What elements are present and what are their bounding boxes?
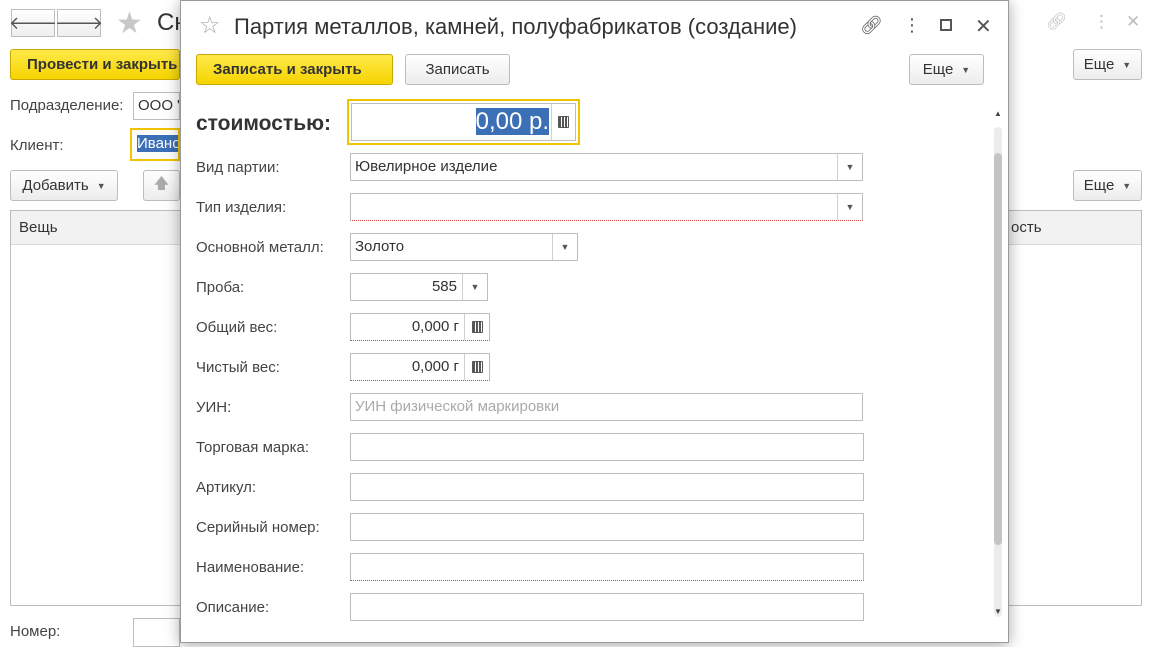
arrow-left-icon: 🡐 [8,12,58,33]
number-label: Номер: [10,623,61,640]
calculator-button[interactable] [464,354,489,380]
save-close-button[interactable]: Записать и закрыть [196,54,393,85]
more-button[interactable]: Еще ▼ [1073,49,1142,80]
link-icon[interactable]: 🔗︎ [1046,12,1068,32]
description-label: Описание: [196,599,270,616]
client-value: Иванов [137,135,178,152]
total-weight-value: 0,000 г [411,318,459,335]
chevron-down-icon[interactable]: ▼ [837,154,862,180]
net-weight-label: Чистый вес: [196,359,280,376]
uin-placeholder: УИН физической маркировки [355,398,560,415]
more-vertical-icon[interactable]: ⋮ [903,15,921,36]
calculator-button[interactable] [551,103,576,141]
more-table-button[interactable]: Еще ▼ [1073,170,1142,201]
scrollbar-thumb[interactable] [994,153,1002,545]
division-field[interactable]: ООО " [133,92,180,120]
post-close-button[interactable]: Провести и закрыть [10,49,180,80]
link-icon[interactable]: 🔗︎ [860,15,883,36]
client-label: Клиент: [10,137,64,154]
cost-field[interactable]: 0,00 р. [347,99,580,145]
serial-field[interactable] [350,513,864,541]
more-label: Еще [922,61,954,78]
add-button[interactable]: Добавить ▼ [10,170,118,201]
name-field[interactable] [350,553,864,581]
client-field[interactable]: Иванов [130,128,180,161]
chevron-down-icon: ▼ [1122,59,1132,70]
total-weight-field[interactable]: 0,000 г [350,313,490,341]
article-label: Артикул: [196,479,257,496]
probe-label: Проба: [196,279,245,296]
chevron-down-icon: ▼ [96,180,106,191]
scrollbar[interactable]: ▲ ▼ [992,109,1004,619]
back-button[interactable]: 🡐 [8,9,58,37]
batch-dialog: ☆ Партия металлов, камней, полуфабрикато… [180,0,1009,643]
uin-label: УИН: [196,399,232,416]
brand-label: Торговая марка: [196,439,309,456]
metal-label: Основной металл: [196,239,324,256]
probe-field[interactable]: 585 ▼ [350,273,488,301]
item-type-label: Тип изделия: [196,199,287,216]
division-label: Подразделение: [10,97,124,114]
close-icon[interactable]: ✕ [1126,12,1140,32]
more-label: Еще [1083,56,1115,73]
chevron-down-icon[interactable]: ▼ [552,234,577,260]
serial-label: Серийный номер: [196,519,320,536]
move-up-button[interactable]: 🡅 [143,170,180,201]
total-weight-label: Общий вес: [196,319,278,336]
maximize-icon[interactable] [940,19,952,31]
batch-type-label: Вид партии: [196,159,280,176]
chevron-down-icon: ▼ [961,64,971,75]
net-weight-value: 0,000 г [411,358,459,375]
calculator-button[interactable] [464,314,489,340]
column-item[interactable]: Вещь [19,219,58,236]
star-icon[interactable]: ★ [116,6,143,41]
metal-value: Золото [355,238,405,255]
brand-field[interactable] [350,433,864,461]
uin-field[interactable]: УИН физической маркировки [350,393,863,421]
close-icon[interactable]: ✕ [975,14,992,39]
more-button[interactable]: Еще ▼ [909,54,984,85]
add-label: Добавить [22,177,89,194]
arrow-right-icon: 🡒 [54,12,104,33]
item-type-field[interactable]: ▼ [350,193,863,221]
chevron-down-icon: ▼ [1122,180,1132,191]
arrow-up-icon: 🡅 [153,175,170,192]
scroll-down-icon[interactable]: ▼ [992,607,1004,616]
article-field[interactable] [350,473,864,501]
description-field[interactable] [350,593,864,621]
probe-value: 585 [431,278,457,295]
dialog-title: Партия металлов, камней, полуфабрикатов … [234,14,797,39]
star-icon[interactable]: ☆ [199,11,221,40]
column-cost[interactable]: ость [1011,219,1042,236]
scroll-up-icon[interactable]: ▲ [992,109,1004,118]
cost-value: 0,00 р. [475,108,549,135]
chevron-down-icon[interactable]: ▼ [462,274,487,300]
net-weight-field[interactable]: 0,000 г [350,353,490,381]
batch-type-field[interactable]: Ювелирное изделие ▼ [350,153,863,181]
cost-label: стоимостью: [196,112,332,135]
forward-button[interactable]: 🡒 [54,9,104,37]
calculator-icon [471,321,483,333]
number-field[interactable] [133,618,180,647]
batch-type-value: Ювелирное изделие [355,158,498,175]
chevron-down-icon[interactable]: ▼ [837,194,862,220]
save-button[interactable]: Записать [405,54,510,85]
more-table-label: Еще [1083,177,1115,194]
calculator-icon [471,361,483,373]
calculator-icon [558,116,569,128]
more-vertical-icon[interactable]: ⋮ [1093,12,1110,32]
metal-field[interactable]: Золото ▼ [350,233,578,261]
name-label: Наименование: [196,559,305,576]
